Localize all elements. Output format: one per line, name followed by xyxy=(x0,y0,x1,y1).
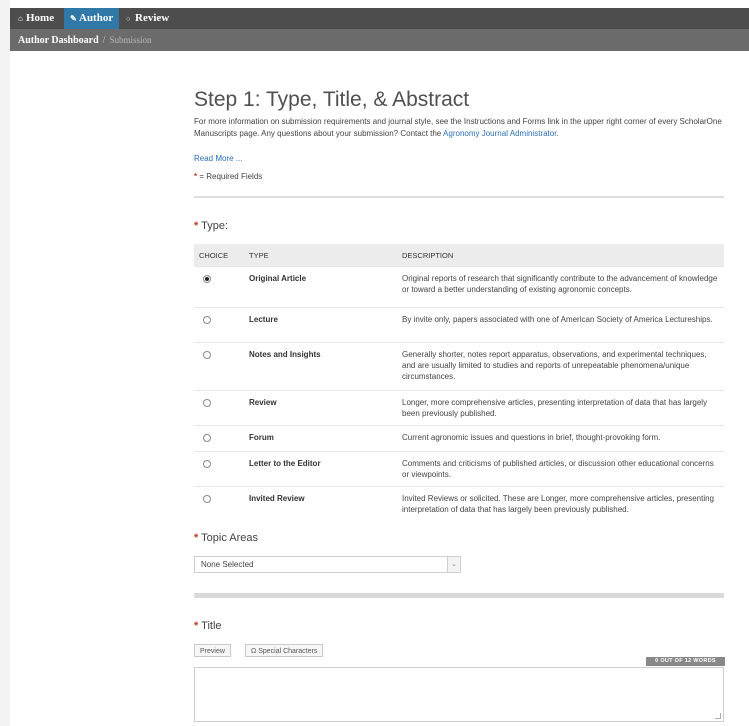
nav-home[interactable]: ⌂ Home xyxy=(18,8,54,29)
table-row[interactable]: Notes and Insights Generally shorter, no… xyxy=(194,342,724,391)
type-description: Current agronomic issues and questions i… xyxy=(397,425,724,452)
type-radio-letter-to-the-editor[interactable] xyxy=(203,460,211,468)
admin-contact-link[interactable]: Agronomy Journal Administrator xyxy=(443,129,556,138)
nav-home-label: Home xyxy=(26,12,55,24)
type-radio-original-article[interactable] xyxy=(203,275,211,283)
col-description: DESCRIPTION xyxy=(397,244,724,267)
type-name: Notes and Insights xyxy=(244,342,397,391)
special-characters-button[interactable]: Ω Special Characters xyxy=(245,644,324,657)
required-star: * xyxy=(194,172,198,181)
topic-areas-label-text: Topic Areas xyxy=(201,532,259,544)
intro-end: . xyxy=(556,129,559,138)
required-fields-text: = Required Fields xyxy=(199,172,263,181)
omega-icon: Ω xyxy=(251,648,257,655)
table-row[interactable]: Letter to the Editor Comments and critic… xyxy=(194,451,724,487)
nav-review-label: Review xyxy=(135,12,170,24)
type-radio-forum[interactable] xyxy=(203,434,211,442)
type-name: Original Article xyxy=(244,266,397,308)
breadcrumb-separator: / xyxy=(102,35,106,46)
title-textarea[interactable] xyxy=(194,667,724,722)
type-radio-lecture[interactable] xyxy=(203,316,211,324)
type-name: Lecture xyxy=(244,307,397,343)
col-choice: CHOICE xyxy=(194,244,244,267)
required-fields-note: * = Required Fields xyxy=(194,172,262,181)
speech-bubble-icon: ○ xyxy=(126,15,131,23)
type-description: Invited Reviews or solicited. These are … xyxy=(397,486,724,521)
type-table-header: CHOICE TYPE DESCRIPTION xyxy=(194,244,724,267)
nav-review[interactable]: ○ Review xyxy=(126,8,169,29)
type-radio-review[interactable] xyxy=(203,399,211,407)
col-type: TYPE xyxy=(244,244,397,267)
type-radio-notes-and-insights[interactable] xyxy=(203,351,211,359)
resize-handle[interactable] xyxy=(715,713,721,719)
pencil-icon: ✎ xyxy=(70,14,77,23)
topic-areas-select[interactable]: None Selected ⌄ xyxy=(194,556,461,573)
breadcrumb: Author Dashboard / Submission xyxy=(10,29,749,51)
type-table: CHOICE TYPE DESCRIPTION Original Article… xyxy=(194,244,724,521)
title-label-text: Title xyxy=(201,620,222,632)
table-row[interactable]: Forum Current agronomic issues and quest… xyxy=(194,425,724,452)
type-radio-invited-review[interactable] xyxy=(203,495,211,503)
topic-areas-value: None Selected xyxy=(201,560,254,569)
type-name: Review xyxy=(244,390,397,426)
type-name: Forum xyxy=(244,425,397,452)
topic-areas-label: * Topic Areas xyxy=(194,532,258,544)
type-name: Letter to the Editor xyxy=(244,451,397,487)
read-more-link[interactable]: Read More ... xyxy=(194,154,242,163)
type-description: Original reports of research that signif… xyxy=(397,266,724,308)
type-description: Comments and criticisms of published art… xyxy=(397,451,724,487)
breadcrumb-current: Submission xyxy=(109,35,152,45)
special-characters-label: Special Characters xyxy=(258,648,318,655)
home-icon: ⌂ xyxy=(18,14,23,23)
type-name: Invited Review xyxy=(244,486,397,521)
required-star: * xyxy=(194,532,199,544)
type-description: By invite only, papers associated with o… xyxy=(397,307,724,343)
preview-button[interactable]: Preview xyxy=(194,644,231,657)
breadcrumb-dashboard[interactable]: Author Dashboard xyxy=(18,35,99,46)
app-frame: ⌂ Home ✎ Author ○ Review Author Dashboard / S… xyxy=(10,0,749,726)
type-label: * Type: xyxy=(194,220,228,232)
title-label: * Title xyxy=(194,620,222,632)
chevron-down-icon: ⌄ xyxy=(447,557,460,572)
type-description: Longer, more comprehensive articles, pre… xyxy=(397,390,724,426)
top-nav: ⌂ Home ✎ Author ○ Review xyxy=(10,8,749,29)
nav-author-label: Author xyxy=(79,12,114,24)
intro-text: For more information on submission requi… xyxy=(194,116,724,140)
type-label-text: Type: xyxy=(201,220,229,232)
page-title: Step 1: Type, Title, & Abstract xyxy=(194,88,470,111)
table-row[interactable]: Invited Review Invited Reviews or solici… xyxy=(194,486,724,521)
required-star: * xyxy=(194,220,199,232)
table-row[interactable]: Lecture By invite only, papers associate… xyxy=(194,307,724,343)
table-row[interactable]: Original Article Original reports of res… xyxy=(194,266,724,308)
table-row[interactable]: Review Longer, more comprehensive articl… xyxy=(194,390,724,426)
required-star: * xyxy=(194,620,199,632)
divider xyxy=(194,196,724,198)
word-counter-badge: 0 OUT OF 12 WORDS xyxy=(646,657,725,666)
section-divider xyxy=(194,593,724,598)
type-description: Generally shorter, notes report apparatu… xyxy=(397,342,724,391)
nav-author[interactable]: ✎ Author xyxy=(64,8,119,29)
